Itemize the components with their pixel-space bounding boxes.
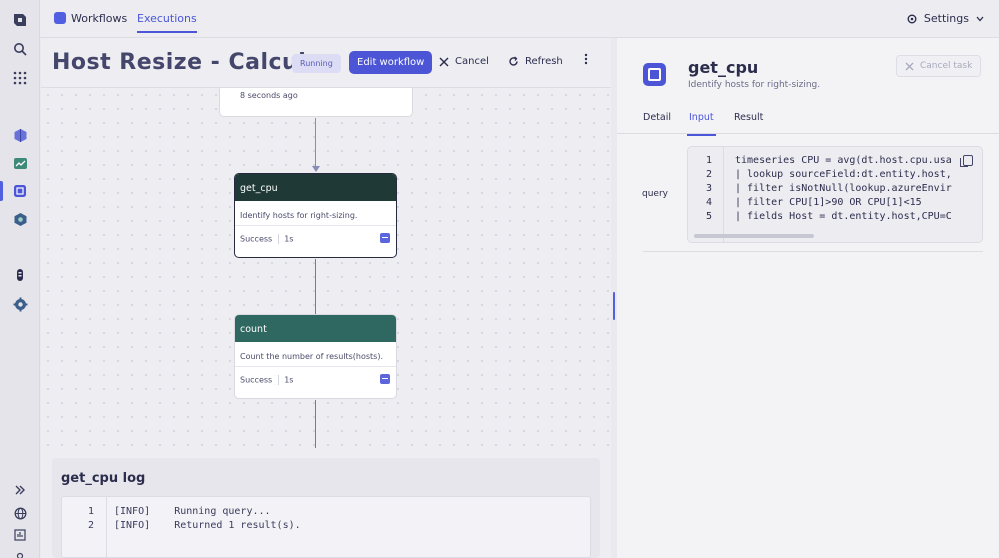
refresh-label: Refresh: [525, 56, 563, 67]
node-footer: Success 1s: [235, 225, 396, 252]
user-icon[interactable]: [10, 547, 30, 558]
line-number: 1: [87, 506, 94, 517]
globe-icon[interactable]: [10, 503, 30, 523]
previous-task-node[interactable]: 8 seconds ago: [219, 88, 413, 117]
line-number: 2: [87, 520, 94, 531]
task-details-panel: get_cpu Identify hosts for right-sizing.…: [617, 38, 999, 558]
robot-icon[interactable]: [10, 265, 30, 285]
app-header: Workflows Executions Settings: [40, 0, 999, 38]
log-output[interactable]: 1 [INFO] Running query... 2 [INFO] Retur…: [61, 496, 591, 558]
line-number: 1: [705, 155, 712, 166]
node-duration: 1s: [284, 375, 294, 385]
dynatrace-logo-icon[interactable]: [10, 10, 30, 30]
horizontal-scrollbar[interactable]: [694, 234, 814, 238]
code-line: 4 | filter CPU[1]>90 OR CPU[1]<15: [688, 197, 982, 211]
search-icon[interactable]: [10, 39, 30, 59]
cancel-task-label: Cancel task: [920, 61, 973, 71]
code-text: | fields Host = dt.entity.host,CPU=C: [735, 211, 952, 222]
cancel-task-button[interactable]: Cancel task: [896, 55, 982, 77]
gear-icon: [907, 14, 917, 23]
cube-icon[interactable]: [10, 125, 30, 145]
node-title: get_cpu: [235, 174, 396, 201]
close-icon: [439, 57, 449, 66]
task-node-get-cpu[interactable]: get_cpu Identify hosts for right-sizing.…: [234, 173, 397, 258]
code-line: 2 | lookup sourceField:dt.entity.host,: [688, 169, 982, 183]
node-footer: Success 1s: [235, 366, 396, 393]
settings-button[interactable]: Settings: [906, 12, 985, 25]
line-number: 5: [705, 211, 712, 222]
workflow-canvas[interactable]: 8 seconds ago get_cpu Identify hosts for…: [41, 88, 611, 458]
tab-executions[interactable]: Executions: [137, 12, 197, 33]
edge-line: [315, 400, 316, 448]
line-number: 2: [705, 169, 712, 180]
tab-detail[interactable]: Detail: [643, 112, 671, 123]
line-number: 4: [705, 197, 712, 208]
code-text: | lookup sourceField:dt.entity.host,: [735, 169, 952, 180]
task-type-icon: [380, 374, 390, 384]
node-status: Success: [240, 375, 273, 385]
chart-icon[interactable]: [10, 153, 30, 173]
code-line: 1 timeseries CPU = avg(dt.host.cpu.usa: [688, 155, 982, 169]
cancel-button[interactable]: Cancel: [439, 56, 489, 67]
divider: [643, 251, 983, 252]
query-editor[interactable]: 1 timeseries CPU = avg(dt.host.cpu.usa 2…: [687, 146, 983, 243]
report-icon[interactable]: [10, 525, 30, 545]
code-line: 3 | filter isNotNull(lookup.azureEnvir: [688, 183, 982, 197]
node-title: count: [235, 315, 396, 342]
edge-arrow: [312, 166, 320, 172]
refresh-button[interactable]: Refresh: [508, 56, 563, 67]
more-options-icon[interactable]: [584, 53, 588, 68]
node-duration: 1s: [284, 234, 294, 244]
edit-workflow-button[interactable]: Edit workflow: [349, 51, 433, 74]
hexagon-icon[interactable]: [10, 209, 30, 229]
apps-grid-icon[interactable]: [10, 68, 30, 88]
copy-icon[interactable]: [960, 155, 973, 167]
workflow-panel: Host Resize - Calcul… Running Edit workf…: [41, 38, 611, 558]
previous-node-time: 8 seconds ago: [240, 91, 298, 100]
workflows-app-icon: [54, 12, 66, 24]
chevron-down-icon: [976, 16, 984, 21]
left-rail: [0, 0, 40, 558]
task-description: Identify hosts for right-sizing.: [688, 80, 821, 90]
workflows-icon[interactable]: [10, 181, 30, 201]
log-title: get_cpu log: [61, 471, 146, 486]
refresh-icon: [509, 56, 518, 66]
log-panel: get_cpu log 1 [INFO] Running query... 2 …: [52, 458, 600, 558]
code-text: timeseries CPU = avg(dt.host.cpu.usa: [735, 155, 952, 166]
page-title: Host Resize - Calcul…: [52, 50, 329, 75]
settings-label: Settings: [923, 12, 969, 25]
task-type-icon: [380, 233, 390, 243]
status-badge: Running: [292, 54, 341, 73]
task-tabs: Detail Input Result: [617, 108, 999, 136]
node-status: Success: [240, 234, 273, 244]
cancel-label: Cancel: [455, 56, 489, 67]
workflow-toolbar: Host Resize - Calcul… Running Edit workf…: [41, 38, 611, 88]
tab-input[interactable]: Input: [687, 112, 716, 136]
code-text: | filter isNotNull(lookup.azureEnvir: [735, 183, 952, 194]
rail-active-indicator: [0, 181, 3, 201]
panel-resize-handle[interactable]: [613, 292, 615, 320]
log-line: 2 [INFO] Returned 1 result(s).: [62, 520, 590, 534]
close-icon: [905, 62, 914, 70]
code-text: | filter CPU[1]>90 OR CPU[1]<15: [735, 197, 922, 208]
tab-workflows[interactable]: Workflows: [71, 12, 127, 25]
expand-icon[interactable]: [10, 480, 30, 500]
task-node-count[interactable]: count Count the number of results(hosts)…: [234, 314, 397, 399]
tab-result[interactable]: Result: [734, 112, 763, 123]
log-line: 1 [INFO] Running query...: [62, 506, 590, 520]
code-line: 5 | fields Host = dt.entity.host,CPU=C: [688, 211, 982, 225]
log-text: [INFO] Returned 1 result(s).: [114, 520, 301, 531]
edge-line: [315, 118, 316, 168]
query-label: query: [642, 189, 668, 199]
log-text: [INFO] Running query...: [114, 506, 271, 517]
task-type-icon: [643, 63, 666, 86]
line-number: 3: [705, 183, 712, 194]
gear-icon[interactable]: [10, 294, 30, 314]
task-name: get_cpu: [688, 58, 759, 77]
